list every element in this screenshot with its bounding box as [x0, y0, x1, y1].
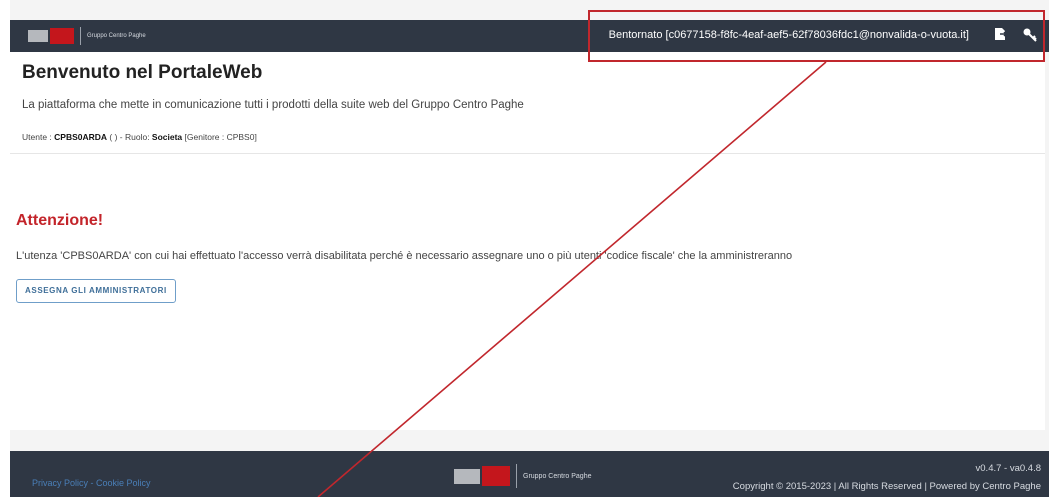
- cp-logo-icon: [28, 28, 74, 44]
- alert-message: L'utenza 'CPBS0ARDA' con cui hai effettu…: [16, 250, 793, 262]
- assign-admins-button[interactable]: ASSEGNA GLI AMMINISTRATORI: [16, 279, 176, 303]
- brand-logo[interactable]: Gruppo Centro Paghe: [28, 26, 146, 46]
- version-text: v0.4.7 - va0.4.8: [975, 463, 1041, 474]
- user-label: Utente :: [22, 132, 55, 142]
- annotation-highlight-box: [588, 10, 1045, 62]
- role-label: ( ) - Ruolo:: [107, 132, 152, 142]
- footer-logo-text: Gruppo Centro Paghe: [523, 472, 592, 480]
- footer-link-separator: -: [88, 478, 97, 488]
- cookie-policy-link[interactable]: Cookie Policy: [96, 478, 151, 488]
- welcome-card: Benvenuto nel PortaleWeb La piattaforma …: [10, 52, 1045, 154]
- logo-divider: [516, 464, 517, 488]
- user-info-line: Utente : CPBS0ARDA ( ) - Ruolo: Societa …: [22, 132, 257, 142]
- logo-text: Gruppo Centro Paghe: [87, 33, 146, 39]
- page-title: Benvenuto nel PortaleWeb: [22, 62, 263, 83]
- alert-panel: Attenzione! L'utenza 'CPBS0ARDA' con cui…: [10, 154, 1045, 430]
- role-value: Societa: [151, 132, 183, 142]
- parent-info: [Genitore : CPBS0]: [182, 132, 257, 142]
- footer-links: Privacy Policy - Cookie Policy: [32, 478, 151, 488]
- copyright-text: Copyright © 2015-2023 | All Rights Reser…: [732, 481, 1041, 492]
- cp-logo-icon: [454, 466, 510, 486]
- logo-divider: [80, 27, 81, 45]
- footer-logo: Gruppo Centro Paghe: [454, 464, 592, 488]
- footer: Privacy Policy - Cookie Policy Gruppo Ce…: [10, 451, 1049, 497]
- privacy-policy-link[interactable]: Privacy Policy: [32, 478, 88, 488]
- user-value: CPBS0ARDA: [54, 132, 108, 142]
- page-subtitle: La piattaforma che mette in comunicazion…: [22, 99, 524, 111]
- alert-title: Attenzione!: [16, 212, 104, 229]
